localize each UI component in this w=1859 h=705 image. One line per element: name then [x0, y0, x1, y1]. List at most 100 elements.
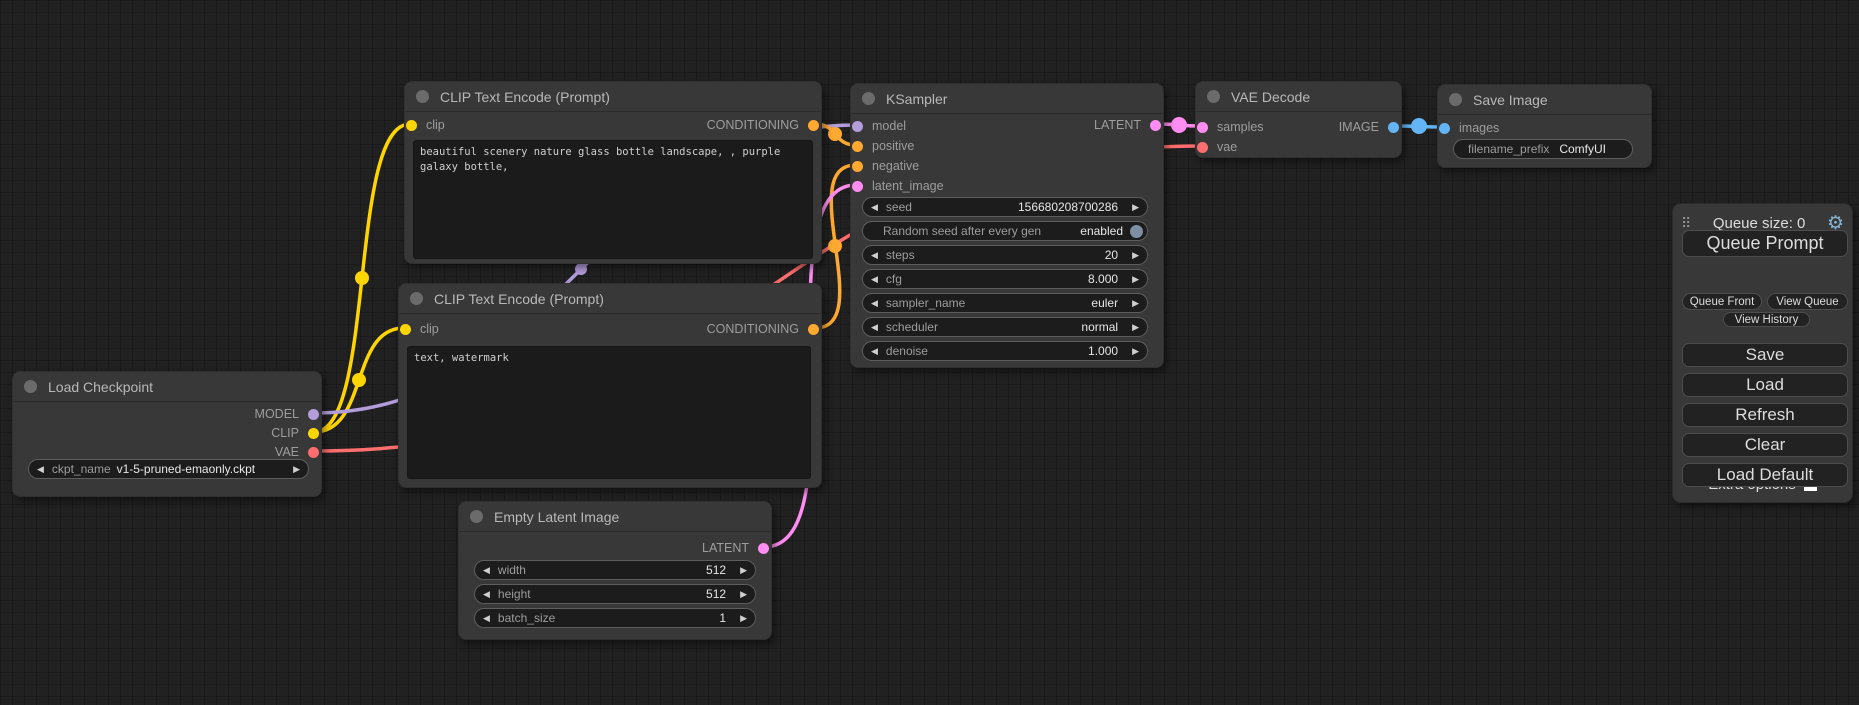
- view-queue-button[interactable]: View Queue: [1767, 293, 1848, 310]
- increment-arrow-icon[interactable]: ▶: [1124, 293, 1147, 313]
- decrement-arrow-icon[interactable]: ◀: [475, 608, 498, 628]
- output-latent[interactable]: LATENT: [1094, 118, 1161, 132]
- input-images[interactable]: images: [1439, 121, 1499, 135]
- clip-port-dot[interactable]: [308, 428, 319, 439]
- input-positive[interactable]: positive: [852, 139, 914, 153]
- output-clip[interactable]: CLIP: [271, 426, 319, 440]
- decrement-arrow-icon[interactable]: ◀: [863, 317, 886, 337]
- decrement-arrow-icon[interactable]: ◀: [29, 459, 52, 479]
- refresh-button[interactable]: Refresh: [1682, 403, 1848, 427]
- clip-port-dot[interactable]: [400, 324, 411, 335]
- increment-arrow-icon[interactable]: ▶: [1124, 269, 1147, 289]
- node-load-checkpoint[interactable]: Load Checkpoint MODEL CLIP VAE ◀ ckpt_na…: [12, 371, 322, 497]
- latent-port-dot[interactable]: [758, 543, 769, 554]
- latent-port-dot[interactable]: [852, 181, 863, 192]
- seed-widget[interactable]: ◀ seed 156680208700286 ▶: [862, 197, 1148, 217]
- model-port-dot[interactable]: [308, 409, 319, 420]
- decrement-arrow-icon[interactable]: ◀: [863, 269, 886, 289]
- input-model[interactable]: model: [852, 119, 906, 133]
- sampler-name-widget[interactable]: ◀ sampler_name euler ▶: [862, 293, 1148, 313]
- image-port-dot[interactable]: [1388, 122, 1399, 133]
- toggle-dot[interactable]: [1130, 225, 1143, 238]
- link-midpoint-dot[interactable]: [828, 127, 842, 141]
- node-graph-canvas[interactable]: Load Checkpoint MODEL CLIP VAE ◀ ckpt_na…: [0, 0, 1859, 705]
- decrement-arrow-icon[interactable]: ◀: [475, 560, 498, 580]
- node-title-bar[interactable]: Empty Latent Image: [459, 502, 771, 532]
- node-title-bar[interactable]: VAE Decode: [1196, 82, 1401, 112]
- link-midpoint-dot[interactable]: [352, 373, 366, 387]
- increment-arrow-icon[interactable]: ▶: [732, 608, 755, 628]
- collapse-dot[interactable]: [1207, 90, 1220, 103]
- output-latent[interactable]: LATENT: [702, 541, 769, 555]
- model-port-dot[interactable]: [852, 121, 863, 132]
- decrement-arrow-icon[interactable]: ◀: [863, 245, 886, 265]
- node-ksampler[interactable]: KSampler model positive negative latent_…: [850, 83, 1164, 368]
- width-widget[interactable]: ◀ width 512 ▶: [474, 560, 756, 580]
- save-button[interactable]: Save: [1682, 343, 1848, 367]
- increment-arrow-icon[interactable]: ▶: [1124, 245, 1147, 265]
- node-clip-text-encode-negative[interactable]: CLIP Text Encode (Prompt) clip CONDITION…: [398, 283, 822, 488]
- collapse-dot[interactable]: [1449, 93, 1462, 106]
- conditioning-port-dot[interactable]: [808, 324, 819, 335]
- link-midpoint-dot[interactable]: [1411, 118, 1427, 134]
- link-midpoint-dot[interactable]: [1171, 117, 1187, 133]
- increment-arrow-icon[interactable]: ▶: [1124, 317, 1147, 337]
- increment-arrow-icon[interactable]: ▶: [732, 560, 755, 580]
- collapse-dot[interactable]: [410, 292, 423, 305]
- view-history-button[interactable]: View History: [1723, 312, 1810, 327]
- increment-arrow-icon[interactable]: ▶: [285, 459, 308, 479]
- ckpt-name-widget[interactable]: ◀ ckpt_name v1-5-pruned-emaonly.ckpt ▶: [28, 459, 309, 479]
- filename-prefix-widget[interactable]: filename_prefix ComfyUI: [1453, 139, 1633, 159]
- node-empty-latent-image[interactable]: Empty Latent Image LATENT ◀ width 512 ▶ …: [458, 501, 772, 640]
- queue-prompt-button[interactable]: Queue Prompt: [1682, 230, 1848, 257]
- output-model[interactable]: MODEL: [255, 407, 319, 421]
- node-title-bar[interactable]: CLIP Text Encode (Prompt): [399, 284, 821, 314]
- image-port-dot[interactable]: [1439, 123, 1450, 134]
- output-conditioning[interactable]: CONDITIONING: [707, 118, 819, 132]
- link-midpoint-dot[interactable]: [575, 263, 587, 275]
- output-conditioning[interactable]: CONDITIONING: [707, 322, 819, 336]
- denoise-widget[interactable]: ◀ denoise 1.000 ▶: [862, 341, 1148, 361]
- latent-port-dot[interactable]: [1197, 122, 1208, 133]
- node-clip-text-encode-positive[interactable]: CLIP Text Encode (Prompt) clip CONDITION…: [404, 81, 822, 264]
- scheduler-widget[interactable]: ◀ scheduler normal ▶: [862, 317, 1148, 337]
- decrement-arrow-icon[interactable]: ◀: [475, 584, 498, 604]
- link-midpoint-dot[interactable]: [828, 239, 842, 253]
- vae-port-dot[interactable]: [1197, 142, 1208, 153]
- increment-arrow-icon[interactable]: ▶: [732, 584, 755, 604]
- link-midpoint-dot[interactable]: [355, 271, 369, 285]
- height-widget[interactable]: ◀ height 512 ▶: [474, 584, 756, 604]
- negative-prompt-textarea[interactable]: text, watermark: [407, 346, 811, 479]
- conditioning-port-dot[interactable]: [852, 141, 863, 152]
- load-button[interactable]: Load: [1682, 373, 1848, 397]
- input-clip[interactable]: clip: [406, 118, 445, 132]
- input-vae[interactable]: vae: [1197, 140, 1237, 154]
- input-latent-image[interactable]: latent_image: [852, 179, 944, 193]
- clip-port-dot[interactable]: [406, 120, 417, 131]
- latent-port-dot[interactable]: [1150, 120, 1161, 131]
- decrement-arrow-icon[interactable]: ◀: [863, 341, 886, 361]
- vae-port-dot[interactable]: [308, 447, 319, 458]
- decrement-arrow-icon[interactable]: ◀: [863, 293, 886, 313]
- queue-front-button[interactable]: Queue Front: [1682, 293, 1762, 310]
- input-negative[interactable]: negative: [852, 159, 919, 173]
- decrement-arrow-icon[interactable]: ◀: [863, 197, 886, 217]
- load-default-button[interactable]: Load Default: [1682, 463, 1848, 487]
- positive-prompt-textarea[interactable]: beautiful scenery nature glass bottle la…: [413, 140, 813, 259]
- input-clip[interactable]: clip: [400, 322, 439, 336]
- conditioning-port-dot[interactable]: [808, 120, 819, 131]
- input-samples[interactable]: samples: [1197, 120, 1264, 134]
- increment-arrow-icon[interactable]: ▶: [1124, 197, 1147, 217]
- cfg-widget[interactable]: ◀ cfg 8.000 ▶: [862, 269, 1148, 289]
- node-title-bar[interactable]: Save Image: [1438, 85, 1651, 115]
- output-vae[interactable]: VAE: [275, 445, 319, 459]
- collapse-dot[interactable]: [470, 510, 483, 523]
- batch-size-widget[interactable]: ◀ batch_size 1 ▶: [474, 608, 756, 628]
- output-image[interactable]: IMAGE: [1339, 120, 1399, 134]
- queue-panel[interactable]: ⠿ Queue size: 0 ⚙ Queue Prompt Extra opt…: [1672, 203, 1853, 503]
- node-title-bar[interactable]: CLIP Text Encode (Prompt): [405, 82, 821, 112]
- node-title-bar[interactable]: KSampler: [851, 84, 1163, 114]
- node-save-image[interactable]: Save Image images filename_prefix ComfyU…: [1437, 84, 1652, 168]
- increment-arrow-icon[interactable]: ▶: [1124, 341, 1147, 361]
- collapse-dot[interactable]: [24, 380, 37, 393]
